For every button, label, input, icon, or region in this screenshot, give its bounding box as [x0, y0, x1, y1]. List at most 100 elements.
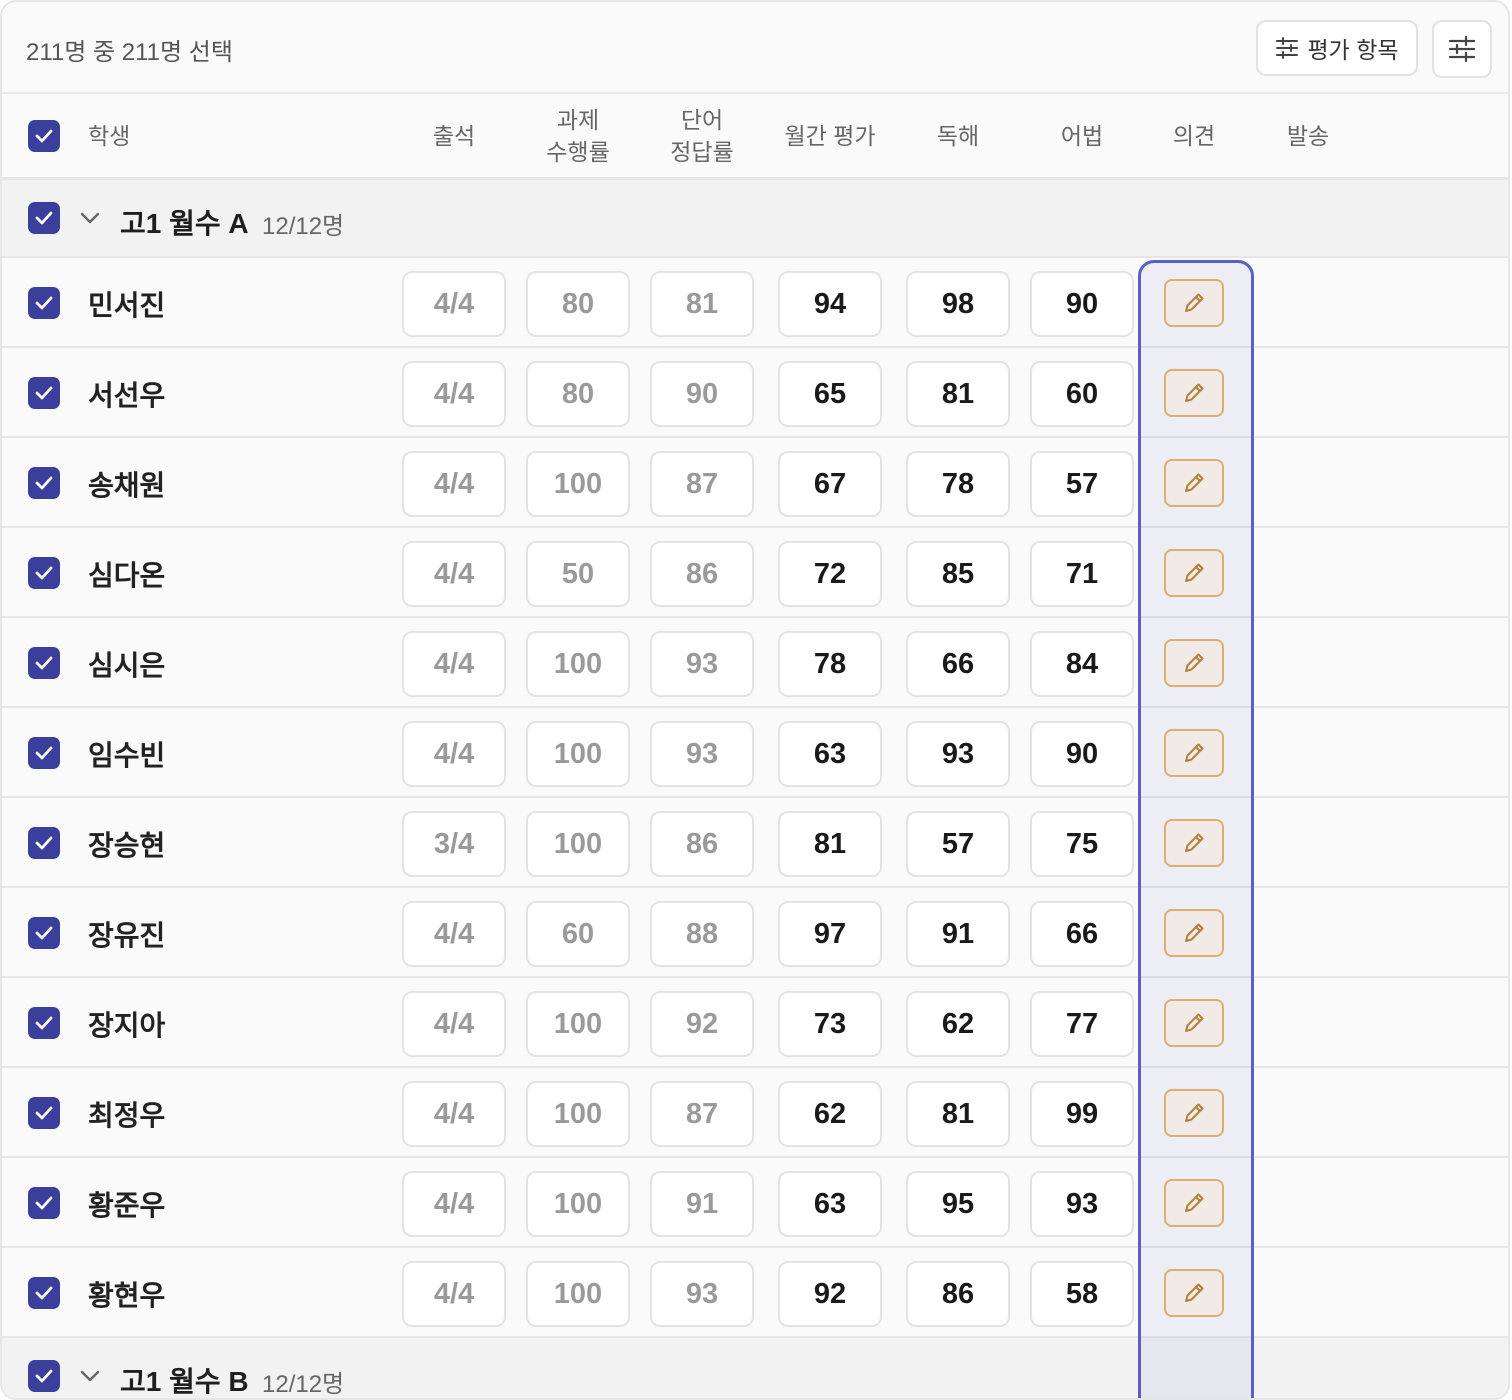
select-all-checkbox[interactable] [28, 120, 60, 152]
score-attendance[interactable]: 4/4 [402, 991, 506, 1057]
score-vocab[interactable]: 93 [650, 631, 754, 697]
score-assignment[interactable]: 100 [526, 1081, 630, 1147]
chevron-down-icon[interactable] [78, 206, 102, 230]
group-checkbox[interactable] [28, 202, 60, 234]
score-grammar[interactable]: 93 [1030, 1171, 1134, 1237]
score-vocab[interactable]: 90 [650, 361, 754, 427]
edit-opinion-button[interactable] [1164, 279, 1224, 327]
score-monthly[interactable]: 92 [778, 1261, 882, 1327]
header-attendance[interactable]: 출석 [402, 94, 506, 178]
score-reading[interactable]: 95 [906, 1171, 1010, 1237]
group-row[interactable]: 고1 월수 A 12/12명 [2, 180, 1508, 258]
score-attendance[interactable]: 4/4 [402, 541, 506, 607]
score-assignment[interactable]: 50 [526, 541, 630, 607]
student-checkbox[interactable] [28, 1277, 60, 1309]
score-attendance[interactable]: 4/4 [402, 631, 506, 697]
header-vocab[interactable]: 단어 정답률 [650, 94, 754, 178]
group-checkbox[interactable] [28, 1360, 60, 1392]
score-grammar[interactable]: 90 [1030, 271, 1134, 337]
edit-opinion-button[interactable] [1164, 549, 1224, 597]
score-vocab[interactable]: 93 [650, 721, 754, 787]
score-reading[interactable]: 86 [906, 1261, 1010, 1327]
score-reading[interactable]: 78 [906, 451, 1010, 517]
score-reading[interactable]: 62 [906, 991, 1010, 1057]
score-vocab[interactable]: 93 [650, 1261, 754, 1327]
score-vocab[interactable]: 86 [650, 811, 754, 877]
score-assignment[interactable]: 100 [526, 811, 630, 877]
edit-opinion-button[interactable] [1164, 639, 1224, 687]
score-assignment[interactable]: 60 [526, 901, 630, 967]
score-monthly[interactable]: 73 [778, 991, 882, 1057]
header-monthly[interactable]: 월간 평가 [770, 94, 890, 178]
edit-opinion-button[interactable] [1164, 729, 1224, 777]
student-checkbox[interactable] [28, 557, 60, 589]
score-attendance[interactable]: 4/4 [402, 361, 506, 427]
score-grammar[interactable]: 66 [1030, 901, 1134, 967]
score-assignment[interactable]: 80 [526, 271, 630, 337]
score-monthly[interactable]: 81 [778, 811, 882, 877]
score-grammar[interactable]: 84 [1030, 631, 1134, 697]
score-vocab[interactable]: 91 [650, 1171, 754, 1237]
score-assignment[interactable]: 100 [526, 991, 630, 1057]
score-grammar[interactable]: 58 [1030, 1261, 1134, 1327]
group-row[interactable]: 고1 월수 B 12/12명 [2, 1338, 1508, 1398]
score-assignment[interactable]: 100 [526, 1261, 630, 1327]
score-assignment[interactable]: 80 [526, 361, 630, 427]
score-reading[interactable]: 57 [906, 811, 1010, 877]
student-checkbox[interactable] [28, 917, 60, 949]
score-monthly[interactable]: 65 [778, 361, 882, 427]
score-reading[interactable]: 93 [906, 721, 1010, 787]
edit-opinion-button[interactable] [1164, 369, 1224, 417]
score-monthly[interactable]: 63 [778, 1171, 882, 1237]
score-attendance[interactable]: 4/4 [402, 721, 506, 787]
score-reading[interactable]: 91 [906, 901, 1010, 967]
evaluation-criteria-button[interactable]: 평가 항목 [1256, 20, 1418, 76]
student-checkbox[interactable] [28, 1097, 60, 1129]
header-assignment[interactable]: 과제 수행률 [526, 94, 630, 178]
score-monthly[interactable]: 78 [778, 631, 882, 697]
student-checkbox[interactable] [28, 287, 60, 319]
score-reading[interactable]: 81 [906, 361, 1010, 427]
column-settings-button[interactable] [1432, 20, 1492, 78]
edit-opinion-button[interactable] [1164, 999, 1224, 1047]
score-grammar[interactable]: 57 [1030, 451, 1134, 517]
score-assignment[interactable]: 100 [526, 1171, 630, 1237]
student-checkbox[interactable] [28, 737, 60, 769]
score-vocab[interactable]: 92 [650, 991, 754, 1057]
score-reading[interactable]: 66 [906, 631, 1010, 697]
score-attendance[interactable]: 3/4 [402, 811, 506, 877]
edit-opinion-button[interactable] [1164, 1179, 1224, 1227]
score-grammar[interactable]: 77 [1030, 991, 1134, 1057]
score-grammar[interactable]: 90 [1030, 721, 1134, 787]
score-monthly[interactable]: 62 [778, 1081, 882, 1147]
chevron-down-icon[interactable] [78, 1364, 102, 1388]
score-reading[interactable]: 81 [906, 1081, 1010, 1147]
edit-opinion-button[interactable] [1164, 819, 1224, 867]
score-monthly[interactable]: 97 [778, 901, 882, 967]
score-vocab[interactable]: 87 [650, 1081, 754, 1147]
edit-opinion-button[interactable] [1164, 1089, 1224, 1137]
score-attendance[interactable]: 4/4 [402, 901, 506, 967]
score-reading[interactable]: 98 [906, 271, 1010, 337]
edit-opinion-button[interactable] [1164, 1269, 1224, 1317]
score-monthly[interactable]: 67 [778, 451, 882, 517]
score-attendance[interactable]: 4/4 [402, 1261, 506, 1327]
score-grammar[interactable]: 75 [1030, 811, 1134, 877]
student-checkbox[interactable] [28, 1007, 60, 1039]
score-monthly[interactable]: 94 [778, 271, 882, 337]
score-attendance[interactable]: 4/4 [402, 451, 506, 517]
student-checkbox[interactable] [28, 1187, 60, 1219]
edit-opinion-button[interactable] [1164, 459, 1224, 507]
header-grammar[interactable]: 어법 [1030, 94, 1134, 178]
header-reading[interactable]: 독해 [906, 94, 1010, 178]
student-checkbox[interactable] [28, 647, 60, 679]
student-checkbox[interactable] [28, 467, 60, 499]
score-grammar[interactable]: 60 [1030, 361, 1134, 427]
score-vocab[interactable]: 86 [650, 541, 754, 607]
score-attendance[interactable]: 4/4 [402, 271, 506, 337]
score-monthly[interactable]: 72 [778, 541, 882, 607]
score-assignment[interactable]: 100 [526, 631, 630, 697]
score-attendance[interactable]: 4/4 [402, 1171, 506, 1237]
student-checkbox[interactable] [28, 377, 60, 409]
score-grammar[interactable]: 71 [1030, 541, 1134, 607]
